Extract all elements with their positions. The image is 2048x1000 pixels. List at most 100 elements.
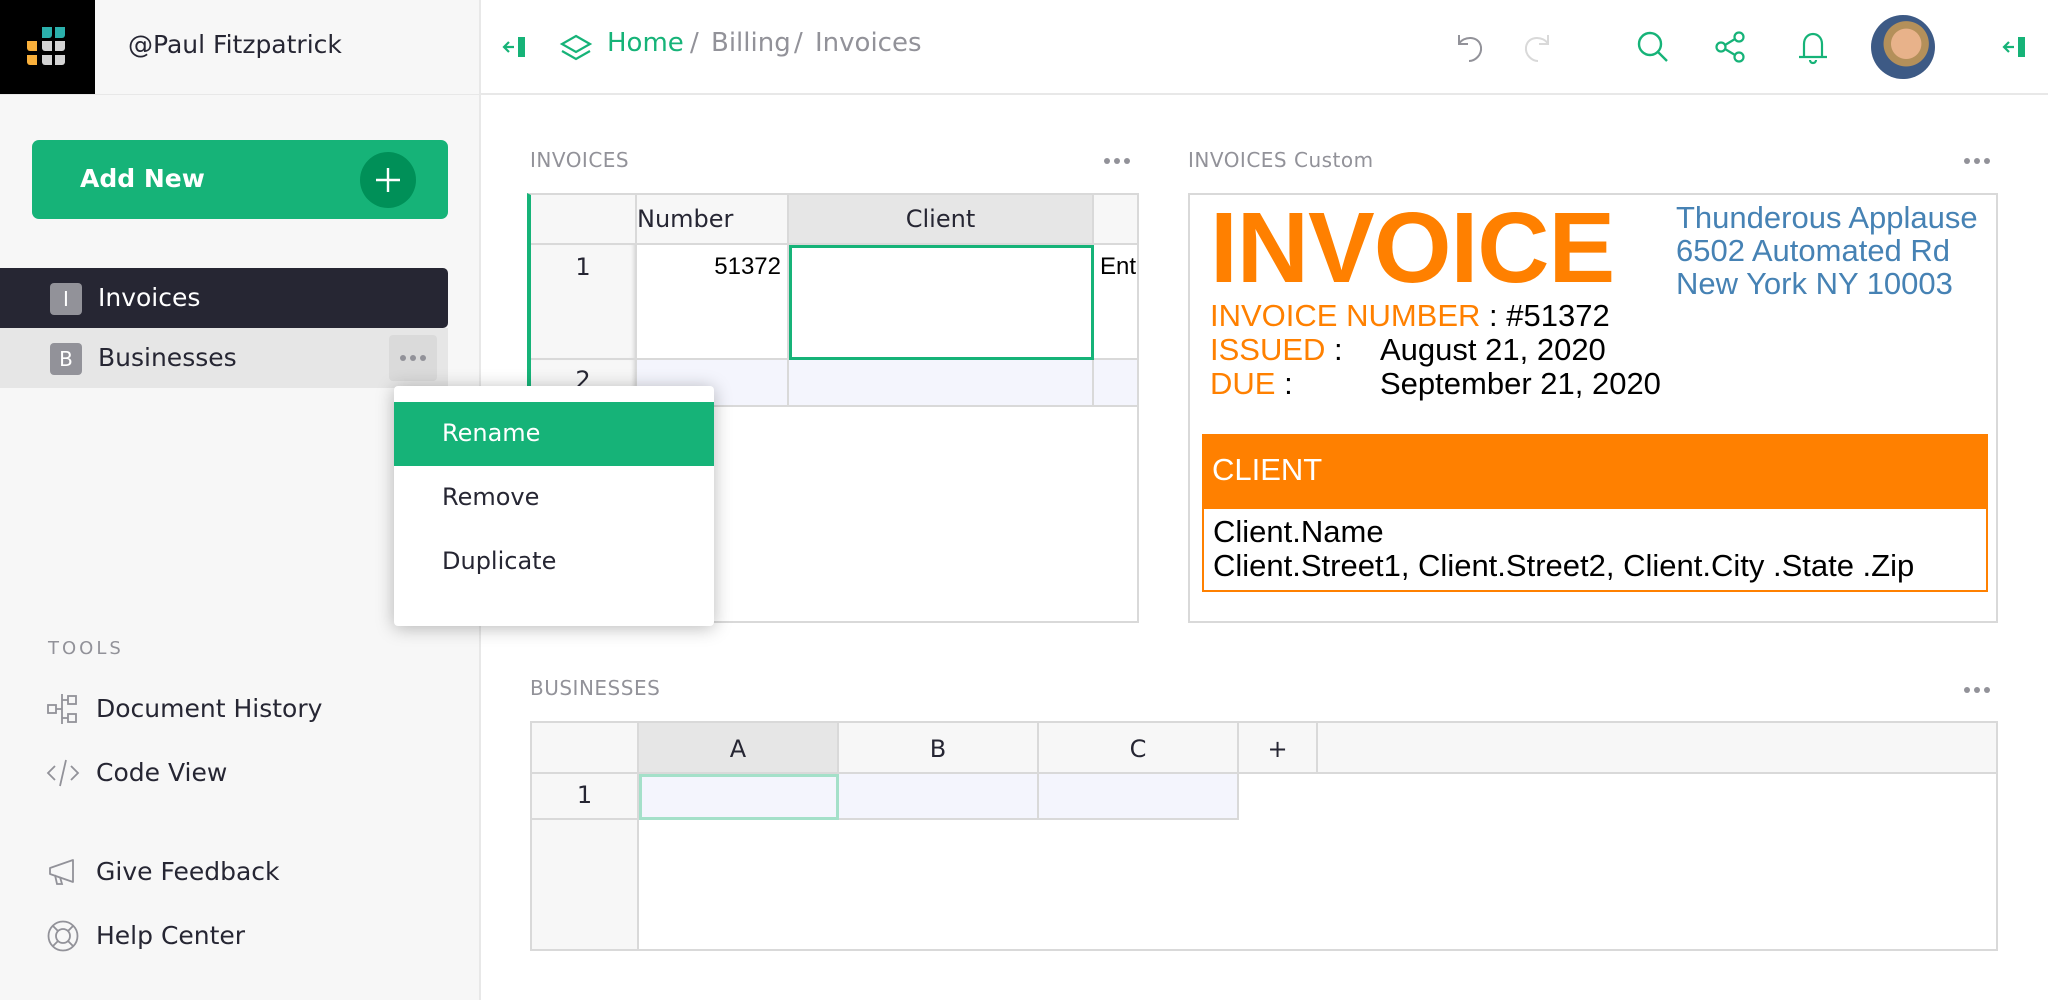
plus-icon (360, 152, 416, 208)
breadcrumb-home[interactable]: Home (607, 28, 684, 58)
cell-value: 51372 (714, 253, 781, 280)
due-label: DUE (1210, 366, 1276, 401)
cell-next[interactable] (1094, 360, 1137, 407)
give-feedback[interactable]: Give Feedback (44, 847, 444, 897)
section-title-custom: INVOICES Custom (1188, 148, 1374, 172)
page-item-businesses[interactable]: B Businesses (0, 328, 448, 388)
search-icon[interactable] (1636, 30, 1670, 64)
redo-icon[interactable] (1520, 31, 1552, 65)
add-column-button[interactable]: + (1239, 723, 1318, 774)
breadcrumb-billing[interactable]: Billing (711, 28, 791, 58)
page-options-button[interactable] (389, 335, 437, 381)
share-icon[interactable] (1714, 30, 1748, 64)
invoice-heading: INVOICE (1210, 193, 1615, 304)
issued-line: ISSUED : August 21, 2020 (1210, 332, 1710, 368)
plus-icon: + (1267, 735, 1288, 763)
help-label: Help Center (96, 921, 246, 950)
column-label: A (729, 735, 747, 763)
cell-number[interactable]: 51372 (637, 245, 789, 360)
cell-value: Ent (1100, 253, 1137, 280)
corner-cell[interactable] (532, 723, 639, 774)
column-header-number[interactable]: Number (637, 195, 789, 245)
page-item-invoices[interactable]: I Invoices (0, 268, 448, 328)
issued-label: ISSUED (1210, 332, 1326, 367)
row-number-empty (532, 820, 639, 949)
menu-item-duplicate[interactable]: Duplicate (394, 530, 714, 594)
tool-label: Code View (96, 758, 228, 787)
due-line: DUE : September 21, 2020 (1210, 366, 1710, 402)
tools-heading: TOOLS (48, 638, 124, 659)
column-label: B (929, 735, 947, 763)
corner-cell[interactable] (531, 195, 637, 245)
separator: : (1325, 332, 1343, 367)
client-heading: CLIENT (1212, 452, 1323, 487)
add-new-label: Add New (80, 164, 205, 193)
user-name: @Paul Fitzpatrick (128, 30, 342, 59)
menu-item-rename[interactable]: Rename (394, 402, 714, 466)
column-header-b[interactable]: B (839, 723, 1039, 774)
menu-label: Remove (442, 483, 540, 511)
tool-document-history[interactable]: Document History (44, 684, 444, 734)
page-label: Businesses (98, 343, 237, 372)
page-label: Invoices (98, 283, 201, 312)
businesses-grid: A B C + 1 (530, 721, 1998, 951)
invoice-number-label: INVOICE NUMBER (1210, 298, 1481, 333)
breadcrumb-separator: / (794, 28, 803, 58)
client-header: CLIENT (1202, 434, 1988, 509)
cell-client-selected[interactable] (789, 245, 1094, 360)
separator: : (1275, 366, 1293, 401)
company-city: New York NY 10003 (1676, 266, 1953, 301)
cell-next[interactable]: Ent (1094, 245, 1137, 360)
section-options-icon[interactable] (1964, 687, 1990, 693)
breadcrumb-invoices[interactable]: Invoices (815, 28, 922, 58)
page-badge: B (50, 343, 82, 375)
custom-widget: INVOICE INVOICE NUMBER : #51372 ISSUED :… (1188, 193, 1998, 623)
page-context-menu: Rename Remove Duplicate (394, 386, 714, 626)
section-options-icon[interactable] (1964, 158, 1990, 164)
invoice-number-line: INVOICE NUMBER : #51372 (1210, 298, 1610, 334)
issued-value: August 21, 2020 (1380, 332, 1606, 367)
column-header-client[interactable]: Client (789, 195, 1094, 245)
tool-code-view[interactable]: Code View (44, 748, 444, 798)
cell-c[interactable] (1039, 774, 1239, 820)
cell-b[interactable] (839, 774, 1039, 820)
company-name: Thunderous Applause (1676, 200, 1978, 235)
menu-label: Duplicate (442, 547, 557, 575)
user-area: @Paul Fitzpatrick (95, 0, 481, 94)
breadcrumb-separator: / (690, 28, 699, 58)
menu-item-remove[interactable]: Remove (394, 466, 714, 530)
layers-icon (559, 34, 593, 61)
header-filler (1318, 723, 1996, 774)
undo-icon[interactable] (1455, 31, 1487, 65)
cell-a-selected[interactable] (639, 774, 839, 820)
company-address: Thunderous Applause 6502 Automated Rd Ne… (1676, 201, 1978, 300)
tool-label: Document History (96, 694, 323, 723)
cell-client[interactable] (789, 360, 1094, 407)
help-center[interactable]: Help Center (44, 911, 444, 961)
company-street: 6502 Automated Rd (1676, 233, 1951, 268)
megaphone-icon (49, 859, 74, 885)
row-number-label: 1 (575, 253, 591, 281)
add-new-button[interactable]: Add New (32, 140, 448, 219)
left-panel-collapse-icon[interactable] (502, 34, 528, 60)
invoice-number-value: : #51372 (1480, 298, 1610, 333)
section-title-businesses: BUSINESSES (530, 676, 661, 700)
app-logo[interactable] (0, 0, 95, 94)
column-header-c[interactable]: C (1039, 723, 1239, 774)
feedback-label: Give Feedback (96, 857, 280, 886)
grist-logo-icon (27, 27, 65, 65)
avatar[interactable] (1871, 15, 1935, 79)
section-options-icon[interactable] (1104, 158, 1130, 164)
column-label: Client (905, 205, 976, 233)
right-panel-collapse-icon[interactable] (2002, 34, 2028, 60)
column-header-next[interactable] (1094, 195, 1137, 245)
top-bar: @Paul Fitzpatrick Home / Billing / Invoi… (0, 0, 2048, 95)
lifebuoy-icon (47, 920, 79, 952)
client-address: Client.Street1, Client.Street2, Client.C… (1213, 548, 1915, 583)
menu-label: Rename (442, 419, 541, 447)
row-number[interactable]: 1 (531, 245, 637, 360)
column-header-a[interactable]: A (639, 723, 839, 774)
page-badge: I (50, 283, 82, 315)
row-number[interactable]: 1 (532, 774, 639, 820)
bell-icon[interactable] (1796, 30, 1830, 66)
